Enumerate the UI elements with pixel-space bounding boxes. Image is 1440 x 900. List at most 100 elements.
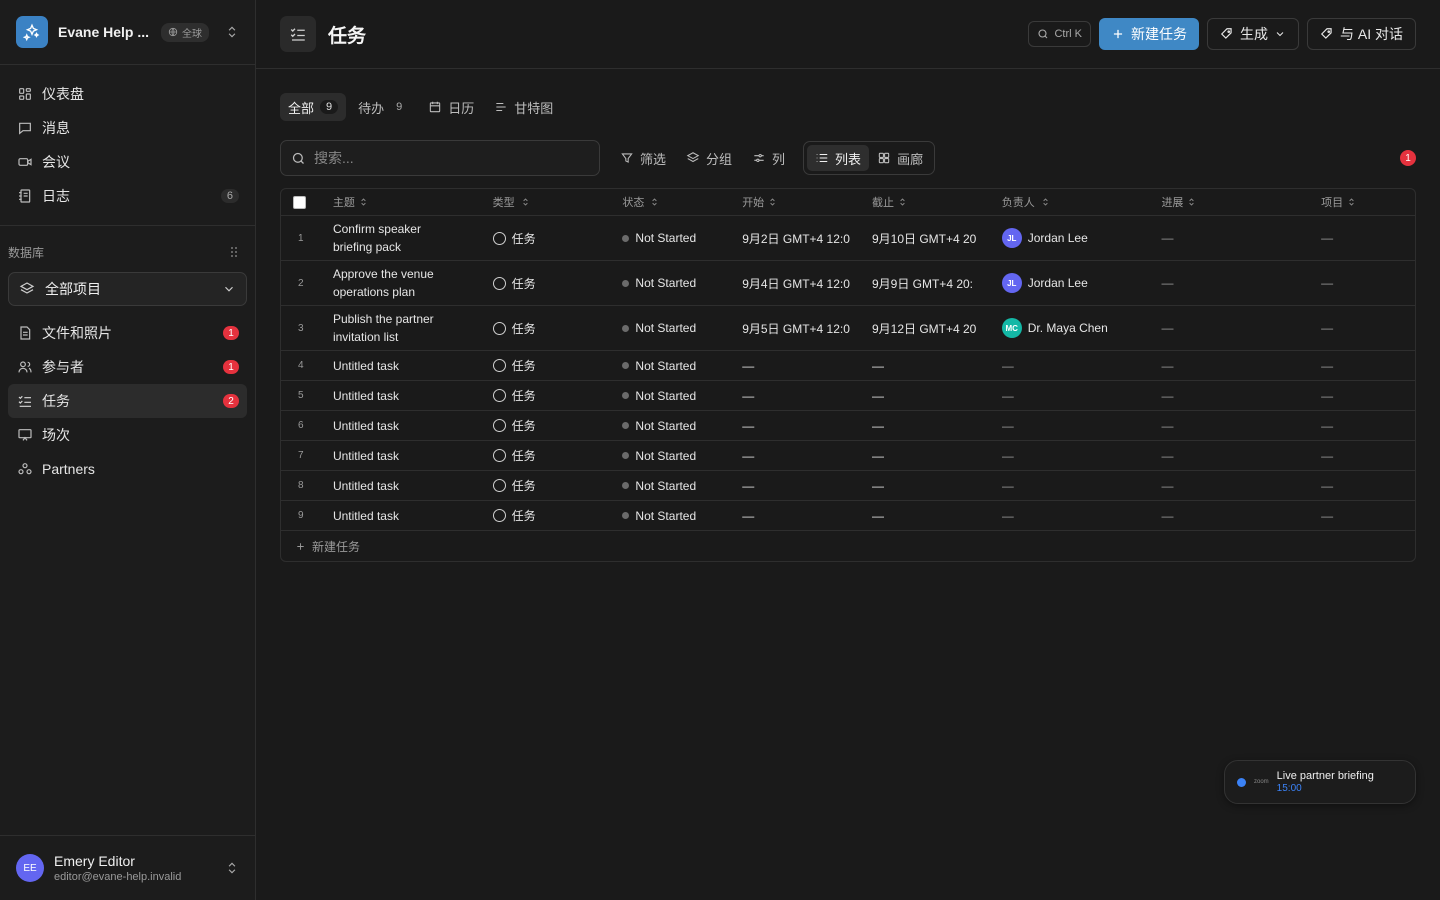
table-row[interactable]: 4 Untitled task 任务 Not Started — — — — — [281, 351, 1415, 381]
cell-subject[interactable]: Untitled task [333, 417, 493, 435]
table-row[interactable]: 1 Confirm speaker briefing pack 任务 Not Star… [281, 216, 1415, 261]
project-select[interactable]: 全部项目 [8, 272, 247, 306]
ai-chat-button[interactable]: 与 AI 对话 [1306, 18, 1416, 50]
filter-button[interactable]: 筛选 [610, 142, 676, 174]
cell-progress[interactable]: — [1161, 509, 1321, 523]
cell-subject[interactable]: Untitled task [333, 387, 493, 405]
cell-start[interactable]: 9月4日 GMT+4 12:0 [742, 275, 872, 292]
cell-owner[interactable]: — [1002, 359, 1162, 373]
cell-owner[interactable]: MC Dr. Maya Chen [1001, 318, 1162, 338]
cell-subject[interactable]: Untitled task [333, 477, 493, 495]
cell-type[interactable]: 任务 [492, 507, 623, 524]
tab-todo[interactable]: 待办 9 [350, 93, 416, 121]
cell-owner[interactable]: — [1002, 479, 1162, 493]
cell-due[interactable]: 9月9日 GMT+4 20: [872, 275, 1002, 292]
header-type[interactable]: 类型 [493, 194, 623, 210]
cell-progress[interactable]: — [1161, 479, 1321, 493]
header-start[interactable]: 开始 [742, 194, 872, 210]
cell-due[interactable]: — [872, 449, 1002, 463]
tab-calendar[interactable]: 日历 [420, 93, 482, 121]
cell-project[interactable]: — [1321, 321, 1415, 335]
header-project[interactable]: 项目 [1321, 194, 1415, 210]
tab-gantt[interactable]: 甘特图 [486, 93, 561, 121]
cell-due[interactable]: — [872, 479, 1002, 493]
cell-status[interactable]: Not Started [622, 359, 742, 373]
chevron-updown-icon[interactable] [225, 861, 239, 875]
cell-start[interactable]: — [742, 389, 872, 403]
cell-status[interactable]: Not Started [622, 509, 742, 523]
sidebar-item-partners[interactable]: Partners [8, 452, 247, 486]
cell-project[interactable]: — [1321, 419, 1415, 433]
cell-project[interactable]: — [1321, 276, 1415, 290]
search-input[interactable] [314, 150, 574, 166]
cell-owner[interactable]: JL Jordan Lee [1001, 273, 1162, 293]
cell-subject[interactable]: Untitled task [333, 507, 493, 525]
cell-subject[interactable]: Publish the partner invitation list [333, 310, 493, 346]
cell-type[interactable]: 任务 [492, 387, 623, 404]
notification-badge[interactable]: 1 [1400, 150, 1416, 166]
cell-owner[interactable]: — [1002, 389, 1162, 403]
workspace-switcher[interactable]: Evane Help ... 全球 [0, 0, 255, 65]
chevron-updown-icon[interactable] [225, 25, 239, 39]
table-row[interactable]: 3 Publish the partner invitation list 任务 No… [281, 306, 1415, 351]
drag-handle-icon[interactable] [229, 246, 239, 258]
cell-due[interactable]: 9月10日 GMT+4 20 [872, 230, 1002, 247]
nav-item-logs[interactable]: 日志 6 [8, 179, 247, 213]
cell-owner[interactable]: — [1002, 449, 1162, 463]
cell-status[interactable]: Not Started [622, 321, 742, 335]
cell-start[interactable]: 9月5日 GMT+4 12:0 [742, 320, 872, 337]
table-row[interactable]: 6 Untitled task 任务 Not Started — — — — — [281, 411, 1415, 441]
generate-button[interactable]: 生成 [1206, 18, 1299, 50]
sidebar-item-participants[interactable]: 参与者 1 [8, 350, 247, 384]
table-row[interactable]: 5 Untitled task 任务 Not Started — — — — — [281, 381, 1415, 411]
cell-project[interactable]: — [1321, 389, 1415, 403]
cell-progress[interactable]: — [1161, 419, 1321, 433]
cell-owner[interactable]: — [1002, 419, 1162, 433]
list-view-button[interactable]: 列表 [807, 145, 870, 171]
cell-progress[interactable]: — [1161, 389, 1321, 403]
cell-status[interactable]: Not Started [622, 419, 742, 433]
table-row[interactable]: 7 Untitled task 任务 Not Started — — — — — [281, 441, 1415, 471]
cell-due[interactable]: — [872, 419, 1002, 433]
sidebar-item-files[interactable]: 文件和照片 1 [8, 316, 247, 350]
sidebar-item-tasks[interactable]: 任务 2 [8, 384, 247, 418]
cell-due[interactable]: — [872, 509, 1002, 523]
header-owner[interactable]: 负责人 [1002, 194, 1162, 210]
cell-progress[interactable]: — [1161, 359, 1321, 373]
command-search-button[interactable]: Ctrl K [1028, 21, 1091, 47]
cell-type[interactable]: 任务 [492, 447, 623, 464]
cell-project[interactable]: — [1321, 359, 1415, 373]
select-all-checkbox[interactable] [293, 195, 306, 209]
cell-start[interactable]: 9月2日 GMT+4 12:0 [742, 230, 872, 247]
table-row[interactable]: 2 Approve the venue operations plan 任务 Not … [281, 261, 1415, 306]
cell-project[interactable]: — [1321, 509, 1415, 523]
nav-item-messages[interactable]: 消息 [8, 111, 247, 145]
cell-status[interactable]: Not Started [622, 479, 742, 493]
nav-item-dashboard[interactable]: 仪表盘 [8, 77, 247, 111]
new-task-button[interactable]: 新建任务 [1098, 18, 1199, 50]
cell-progress[interactable]: — [1161, 276, 1321, 290]
cell-start[interactable]: — [742, 449, 872, 463]
cell-start[interactable]: — [742, 509, 872, 523]
gallery-view-button[interactable]: 画廊 [869, 145, 931, 171]
cell-owner[interactable]: — [1002, 509, 1162, 523]
cell-status[interactable]: Not Started [622, 231, 742, 245]
sidebar-item-sessions[interactable]: 场次 [8, 418, 247, 452]
cell-subject[interactable]: Confirm speaker briefing pack [333, 220, 493, 256]
table-row[interactable]: 9 Untitled task 任务 Not Started — — — — — [281, 501, 1415, 531]
cell-subject[interactable]: Approve the venue operations plan [333, 265, 493, 301]
tab-all[interactable]: 全部 9 [280, 93, 347, 121]
cell-due[interactable]: — [872, 359, 1002, 373]
cell-type[interactable]: 任务 [492, 417, 623, 434]
cell-owner[interactable]: JL Jordan Lee [1001, 228, 1162, 248]
cell-status[interactable]: Not Started [622, 276, 742, 290]
columns-button[interactable]: 列 [742, 142, 795, 174]
header-status[interactable]: 状态 [622, 194, 742, 210]
cell-status[interactable]: Not Started [622, 389, 742, 403]
table-row[interactable]: 8 Untitled task 任务 Not Started — — — — — [281, 471, 1415, 501]
cell-status[interactable]: Not Started [622, 449, 742, 463]
header-due[interactable]: 截止 [872, 194, 1002, 210]
user-menu[interactable]: EE Emery Editor editor@evane-help.invali… [0, 835, 255, 900]
header-progress[interactable]: 进展 [1161, 194, 1321, 210]
add-task-row[interactable]: 新建任务 [281, 531, 1415, 561]
